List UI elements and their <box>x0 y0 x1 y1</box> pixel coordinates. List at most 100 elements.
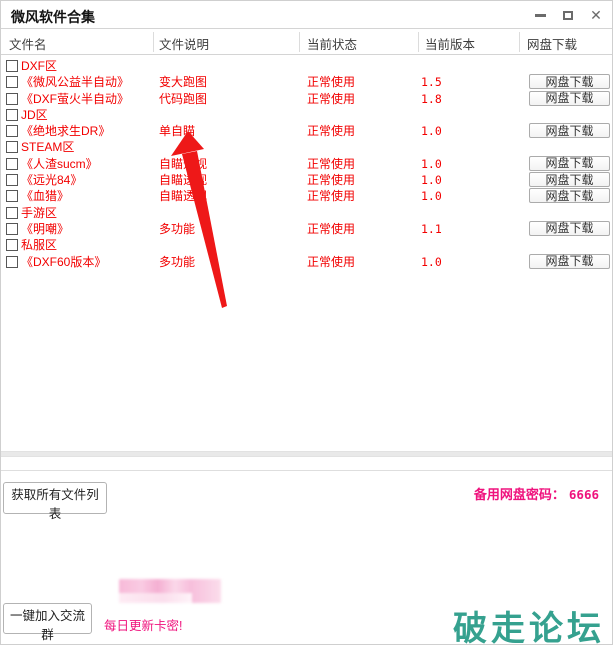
table-row[interactable]: 《远光84》 自瞄透视 正常使用 1.0 网盘下载 <box>1 172 613 188</box>
row-description: 多功能 <box>159 221 195 237</box>
row-description: 代码跑图 <box>159 91 207 107</box>
row-checkbox[interactable] <box>6 60 18 72</box>
horizontal-scrollbar[interactable] <box>1 451 613 457</box>
column-header-status: 当前状态 <box>307 34 357 53</box>
redacted-area <box>119 579 221 603</box>
table-row[interactable]: 《绝地求生DR》 单自瞄 正常使用 1.0 网盘下载 <box>1 123 613 139</box>
row-description: 变大跑图 <box>159 74 207 90</box>
backup-password-label: 备用网盘密码： <box>474 487 565 502</box>
table-row[interactable]: 私服区 <box>1 237 613 253</box>
row-status: 正常使用 <box>307 188 355 204</box>
row-filename: 《微风公益半自动》 <box>21 74 129 90</box>
download-button[interactable]: 网盘下载 <box>529 74 610 89</box>
table-row[interactable]: 《人渣sucm》 自瞄透视 正常使用 1.0 网盘下载 <box>1 156 613 172</box>
row-version: 1.0 <box>421 254 442 270</box>
table-row[interactable]: 《DXF萤火半自动》 代码跑图 正常使用 1.8 网盘下载 <box>1 91 613 107</box>
row-filename: 《DXF60版本》 <box>21 254 106 270</box>
download-button[interactable]: 网盘下载 <box>529 123 610 138</box>
row-status: 正常使用 <box>307 156 355 172</box>
close-icon: ✕ <box>590 8 602 22</box>
table-row[interactable]: 手游区 <box>1 205 613 221</box>
table-row[interactable]: STEAM区 <box>1 139 613 155</box>
column-header-filename: 文件名 <box>9 34 47 53</box>
minimize-icon <box>535 14 546 17</box>
column-divider <box>519 32 520 52</box>
row-filename: 《绝地求生DR》 <box>21 123 110 139</box>
row-filename: 《血猎》 <box>21 188 69 204</box>
row-description: 自瞄透视 <box>159 188 207 204</box>
row-version: 1.1 <box>421 221 442 237</box>
table-row[interactable]: DXF区 <box>1 58 613 74</box>
forum-watermark: 破走论坛 <box>453 601 605 645</box>
row-filename: 私服区 <box>21 237 57 253</box>
row-filename: 手游区 <box>21 205 57 221</box>
row-filename: JD区 <box>21 107 48 123</box>
row-checkbox[interactable] <box>6 158 18 170</box>
row-filename: 《人渣sucm》 <box>21 156 98 172</box>
download-button[interactable]: 网盘下载 <box>529 254 610 269</box>
row-version: 1.0 <box>421 188 442 204</box>
window-title: 微风软件合集 <box>11 7 95 27</box>
column-header-download: 网盘下载 <box>527 34 577 53</box>
maximize-button[interactable] <box>558 7 578 23</box>
row-filename: 《远光84》 <box>21 172 82 188</box>
column-header-description: 文件说明 <box>159 34 209 53</box>
row-checkbox[interactable] <box>6 190 18 202</box>
row-checkbox[interactable] <box>6 207 18 219</box>
close-button[interactable]: ✕ <box>586 7 606 23</box>
row-checkbox[interactable] <box>6 223 18 235</box>
table-row[interactable]: 《DXF60版本》 多功能 正常使用 1.0 网盘下载 <box>1 254 613 270</box>
column-divider <box>153 32 154 52</box>
row-filename: STEAM区 <box>21 139 74 155</box>
column-header-version: 当前版本 <box>425 34 475 53</box>
table-row[interactable]: 《微风公益半自动》 变大跑图 正常使用 1.5 网盘下载 <box>1 74 613 90</box>
row-checkbox[interactable] <box>6 76 18 88</box>
minimize-button[interactable] <box>530 7 550 23</box>
row-status: 正常使用 <box>307 254 355 270</box>
row-checkbox[interactable] <box>6 93 18 105</box>
row-version: 1.8 <box>421 91 442 107</box>
row-status: 正常使用 <box>307 91 355 107</box>
row-checkbox[interactable] <box>6 141 18 153</box>
daily-update-text: 每日更新卡密! <box>104 615 182 634</box>
download-button[interactable]: 网盘下载 <box>529 156 610 171</box>
column-divider <box>299 32 300 52</box>
maximize-icon <box>563 11 573 20</box>
download-button[interactable]: 网盘下载 <box>529 221 610 236</box>
get-file-list-button[interactable]: 获取所有文件列表 <box>3 482 107 514</box>
row-version: 1.0 <box>421 123 442 139</box>
title-bar: 微风软件合集 ✕ <box>1 1 612 28</box>
row-status: 正常使用 <box>307 74 355 90</box>
row-status: 正常使用 <box>307 221 355 237</box>
row-checkbox[interactable] <box>6 174 18 186</box>
file-table: 文件名 文件说明 当前状态 当前版本 网盘下载 DXF区《微风公益半自动》 变大跑… <box>1 28 613 471</box>
join-group-button[interactable]: 一键加入交流群 <box>3 603 92 634</box>
backup-password-value: 6666 <box>569 487 599 502</box>
table-row[interactable]: JD区 <box>1 107 613 123</box>
row-description: 自瞄透视 <box>159 156 207 172</box>
row-description: 单自瞄 <box>159 123 195 139</box>
download-button[interactable]: 网盘下载 <box>529 172 610 187</box>
row-description: 自瞄透视 <box>159 172 207 188</box>
app-window: 微风软件合集 ✕ 文件名 文件说明 当前状态 当前版本 网盘下载 DXF区《微风… <box>0 0 613 645</box>
download-button[interactable]: 网盘下载 <box>529 188 610 203</box>
backup-password: 备用网盘密码： 6666 <box>474 484 599 503</box>
row-filename: 《DXF萤火半自动》 <box>21 91 129 107</box>
table-header: 文件名 文件说明 当前状态 当前版本 网盘下载 <box>1 29 613 55</box>
row-filename: 《明嘲》 <box>21 221 69 237</box>
row-version: 1.5 <box>421 74 442 90</box>
row-version: 1.0 <box>421 172 442 188</box>
row-status: 正常使用 <box>307 123 355 139</box>
row-checkbox[interactable] <box>6 125 18 137</box>
row-checkbox[interactable] <box>6 239 18 251</box>
download-button[interactable]: 网盘下载 <box>529 91 610 106</box>
column-divider <box>418 32 419 52</box>
row-checkbox[interactable] <box>6 109 18 121</box>
table-row[interactable]: 《血猎》 自瞄透视 正常使用 1.0 网盘下载 <box>1 188 613 204</box>
table-row[interactable]: 《明嘲》 多功能 正常使用 1.1 网盘下载 <box>1 221 613 237</box>
row-checkbox[interactable] <box>6 256 18 268</box>
row-status: 正常使用 <box>307 172 355 188</box>
table-body: DXF区《微风公益半自动》变大跑图正常使用1.5网盘下载《DXF萤火半自动》代码… <box>1 58 613 270</box>
row-version: 1.0 <box>421 156 442 172</box>
row-description: 多功能 <box>159 254 195 270</box>
